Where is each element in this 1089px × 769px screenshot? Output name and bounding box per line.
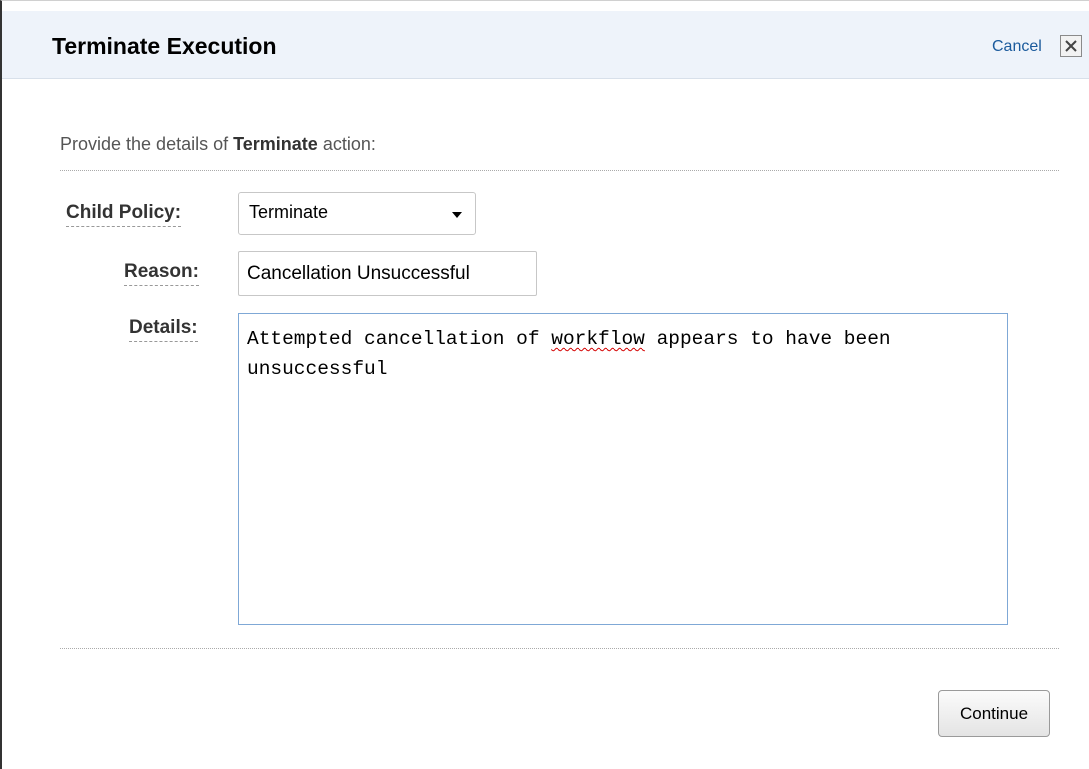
- top-divider: [60, 170, 1059, 171]
- close-icon: [1065, 40, 1077, 52]
- details-text: Attempted cancellation of workflow appea…: [247, 324, 987, 384]
- details-label: Details:: [129, 317, 198, 342]
- reason-label: Reason:: [124, 261, 199, 286]
- intro-text: Provide the details of Terminate action:: [60, 134, 376, 155]
- cancel-link[interactable]: Cancel: [992, 38, 1042, 56]
- dialog-header: Terminate Execution Cancel: [2, 11, 1089, 79]
- chevron-down-icon: [452, 212, 462, 218]
- details-textarea[interactable]: Attempted cancellation of workflow appea…: [238, 313, 1008, 625]
- close-button[interactable]: [1060, 35, 1082, 57]
- child-policy-label: Child Policy:: [66, 202, 182, 227]
- terminate-execution-dialog: Terminate Execution Cancel Provide the d…: [0, 0, 1089, 769]
- intro-prefix: Provide the details of: [60, 134, 234, 154]
- bottom-divider: [60, 648, 1059, 649]
- dialog-title: Terminate Execution: [52, 33, 277, 59]
- details-text-start: Attempted cancellation of: [247, 328, 552, 350]
- continue-button[interactable]: Continue: [938, 690, 1050, 737]
- misspelled-word: workflow: [551, 328, 645, 350]
- intro-suffix: action:: [317, 134, 376, 154]
- intro-action: Terminate: [233, 134, 318, 154]
- reason-input[interactable]: [238, 251, 537, 296]
- child-policy-value: Terminate: [249, 202, 329, 222]
- child-policy-select[interactable]: Terminate: [238, 192, 476, 235]
